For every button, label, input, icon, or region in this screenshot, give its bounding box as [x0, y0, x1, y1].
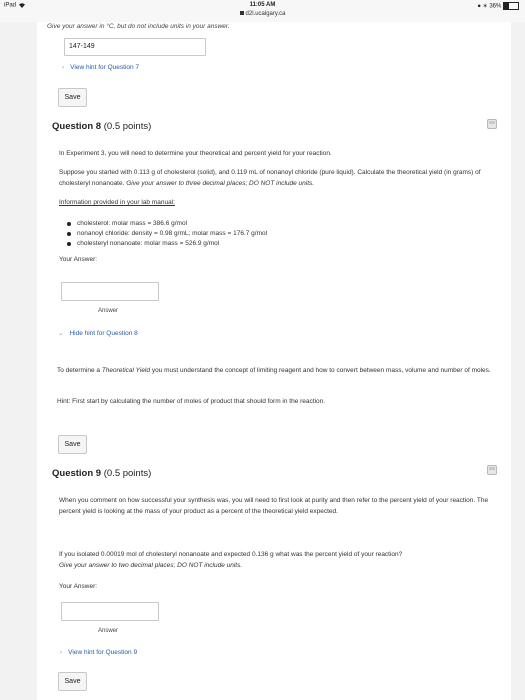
q9-answer-input[interactable] [61, 602, 159, 621]
quiz-page: Give your answer in °C, but do not inclu… [37, 22, 511, 700]
q8-answer-input[interactable] [61, 282, 159, 301]
clock: 11:05 AM [249, 2, 276, 8]
q9-answer-caption: Answer [98, 628, 119, 634]
orientation-lock-icon: ● [477, 3, 481, 10]
list-item: cholesterol: molar mass = 386.6 g/mol [65, 219, 465, 229]
chevron-right-icon: › [62, 64, 65, 71]
q7-answer-input[interactable]: 147-149 [64, 38, 206, 56]
list-item: nonanoyl chloride: density = 0.98 g/mL; … [65, 229, 465, 239]
bluetooth-icon: ∗ [482, 3, 488, 10]
q8-hint-text-2: Hint: First start by calculating the num… [57, 398, 326, 405]
battery-indicator: ● ∗ 36% [477, 2, 519, 10]
status-bar: iPad 11:05 AM d2l.ucalgary.ca ● ∗ 36% [0, 0, 525, 22]
q8-your-answer-label: Your Answer: [59, 256, 98, 263]
list-item: cholesteryl nonanoate: molar mass = 526.… [65, 239, 465, 249]
battery-percent: 36% [489, 3, 502, 10]
q8-title: Question 8 (0.5 points) [52, 121, 152, 132]
bookmark-icon[interactable] [487, 465, 497, 475]
q9-intro: When you comment on how successful your … [59, 497, 489, 515]
q8-answer-caption: Answer [98, 308, 119, 314]
q8-intro: In Experiment 3, you will need to determ… [59, 150, 332, 157]
q9-hint-link[interactable]: › View hint for Question 9 [60, 649, 137, 656]
q7-save-button[interactable]: Save [58, 88, 87, 107]
q8-info-heading: Information provided in your lab manual: [59, 199, 175, 206]
url-label[interactable]: d2l.ucalgary.ca [0, 11, 525, 17]
q8-problem: Suppose you started with 0.113 g of chol… [59, 169, 481, 187]
chevron-down-icon: ⌄ [58, 330, 64, 337]
battery-icon [503, 2, 519, 10]
q8-hint-text-1: To determine a Theoretical Yield you mus… [57, 367, 491, 374]
q9-problem: If you isolated 0.00019 mol of cholester… [59, 551, 403, 569]
q7-hint-link[interactable]: › View hint for Question 7 [62, 64, 139, 71]
q9-title: Question 9 (0.5 points) [52, 468, 152, 479]
q8-save-button[interactable]: Save [58, 435, 87, 454]
q9-save-button[interactable]: Save [58, 672, 87, 691]
lock-icon [239, 11, 244, 16]
q8-info-list: cholesterol: molar mass = 386.6 g/mol no… [65, 219, 465, 249]
bookmark-icon[interactable] [487, 119, 497, 129]
q9-your-answer-label: Your Answer: [59, 583, 98, 590]
q8-hint-link[interactable]: ⌄ Hide hint for Question 8 [58, 329, 138, 337]
q7-instruction: Give your answer in °C, but do not inclu… [47, 23, 230, 30]
chevron-right-icon: › [60, 649, 63, 656]
